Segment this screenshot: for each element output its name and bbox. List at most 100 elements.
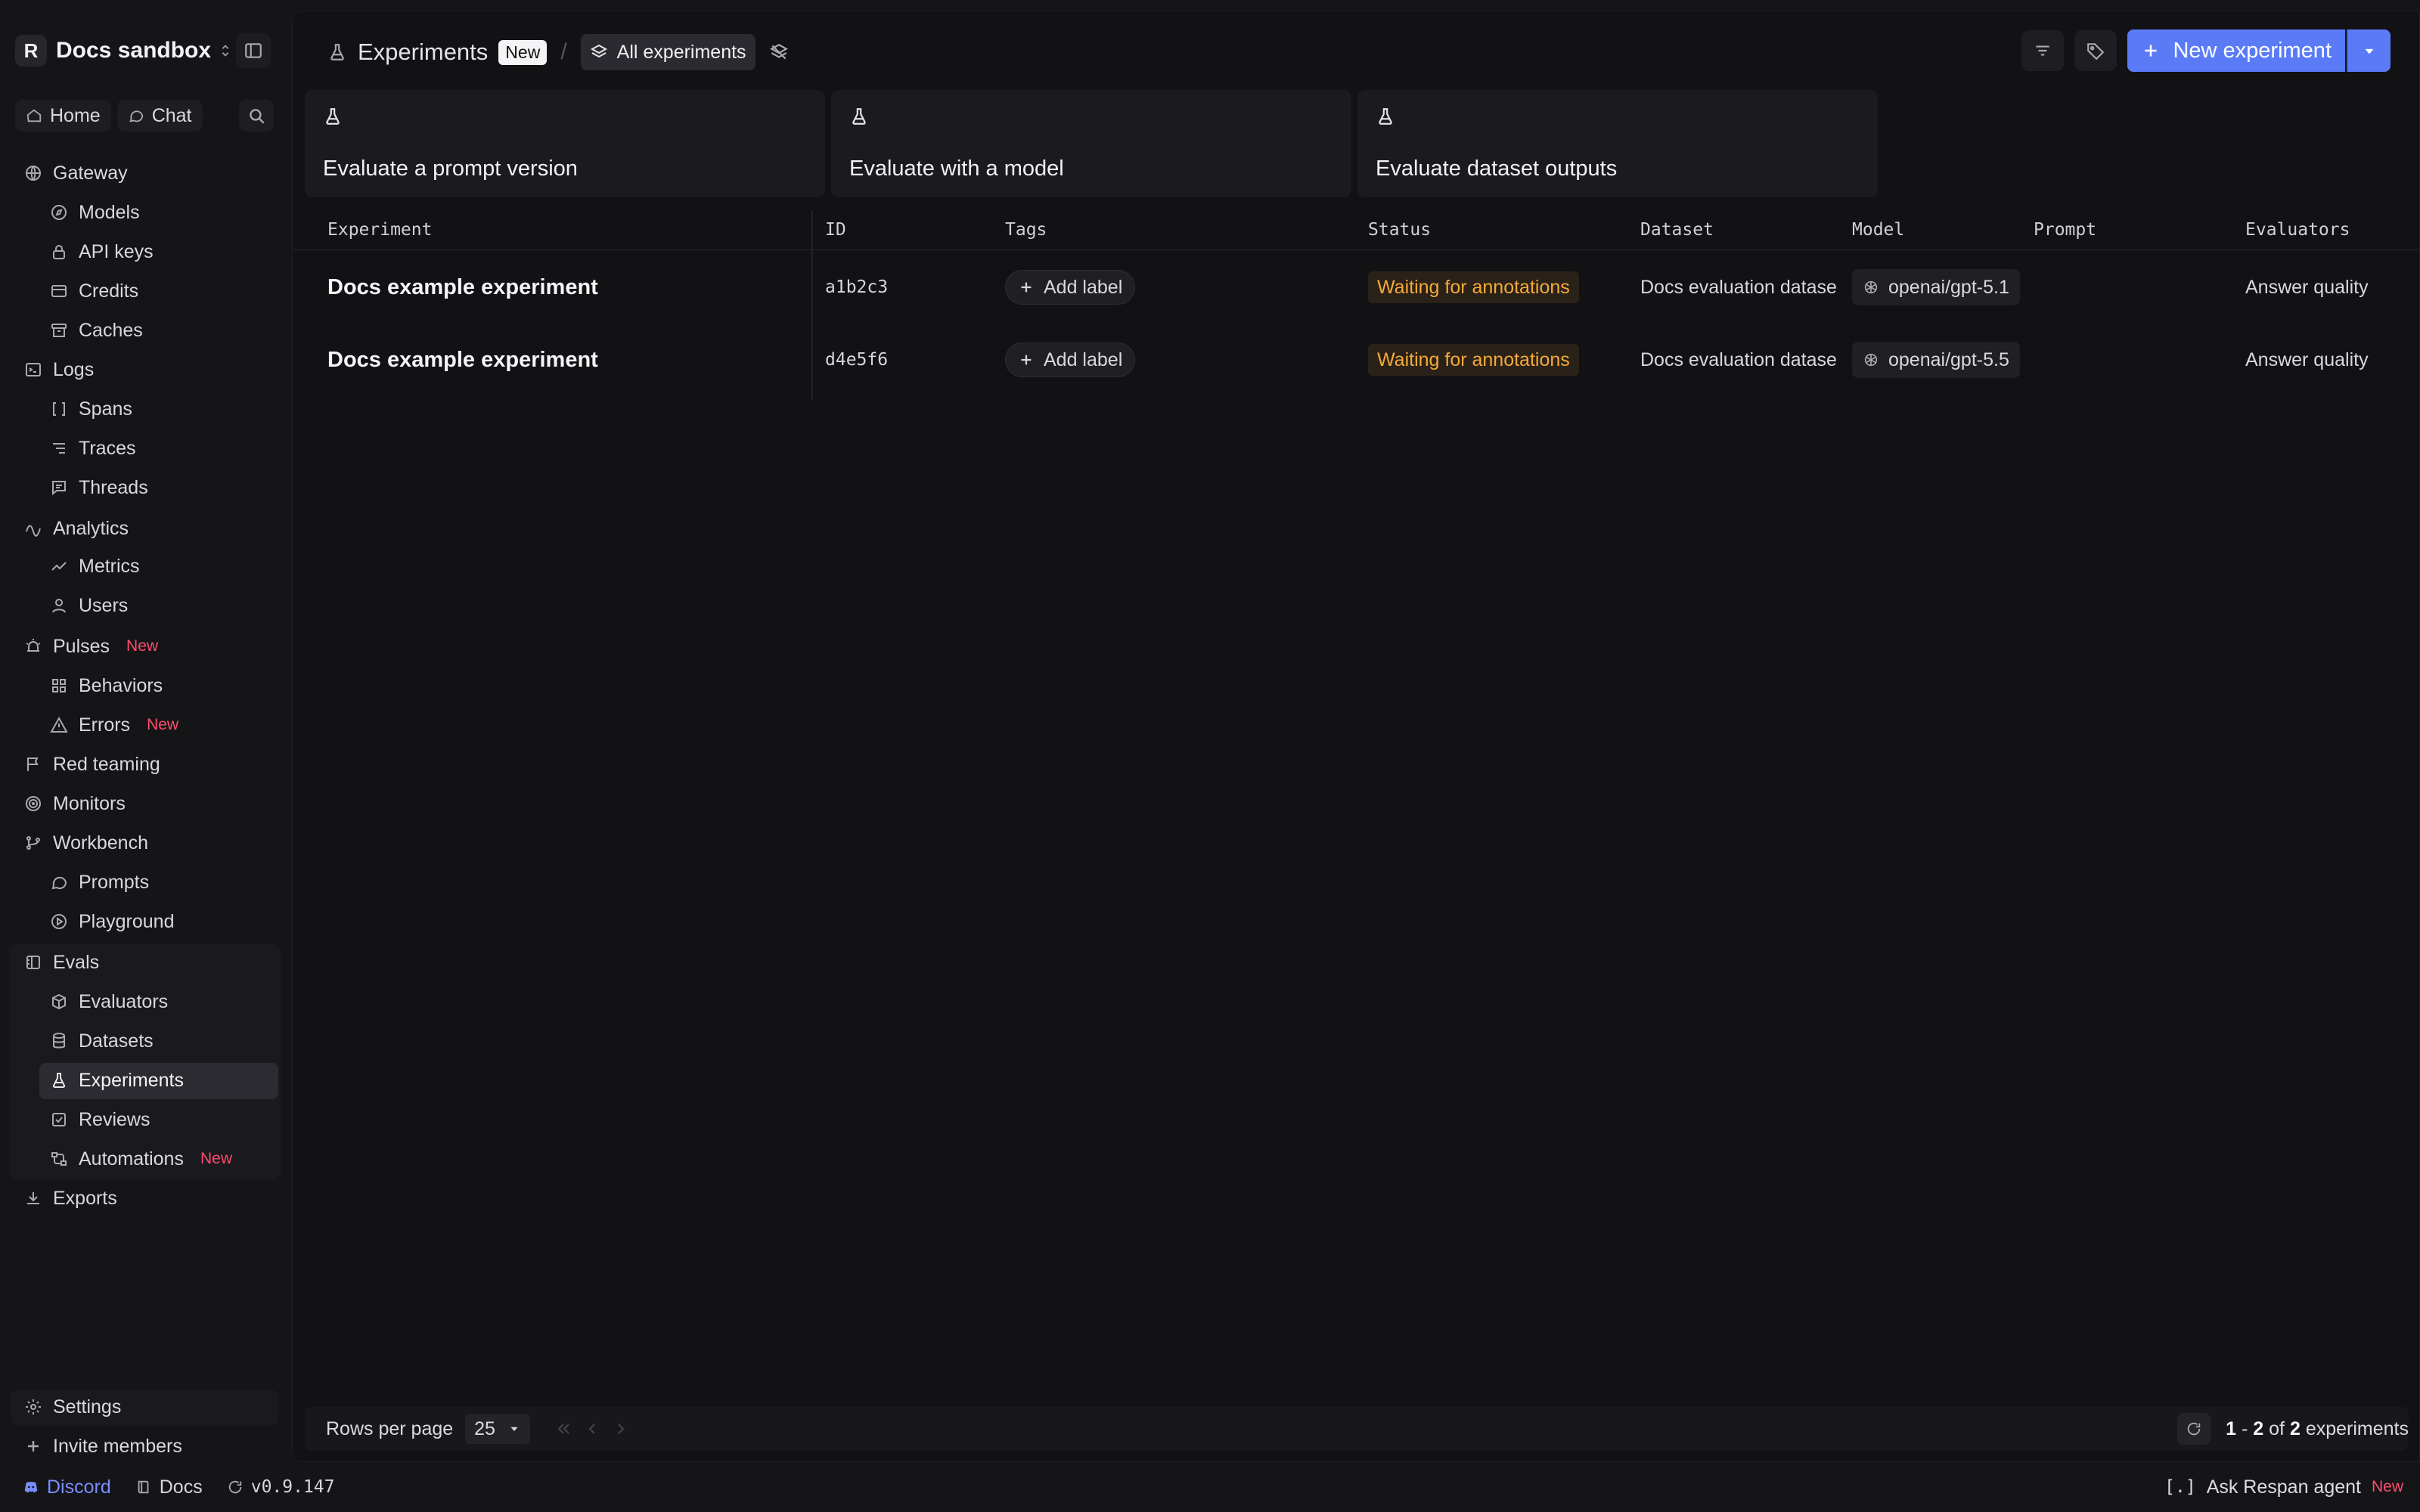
- sidebar-item-playground[interactable]: Playground: [50, 904, 174, 939]
- sidebar-item-logs[interactable]: Logs: [24, 352, 94, 387]
- sidebar-item-monitors[interactable]: Monitors: [24, 786, 126, 821]
- first-page-icon[interactable]: [554, 1420, 572, 1438]
- grid-icon: [50, 677, 68, 695]
- title-new-badge: New: [498, 39, 548, 65]
- filter-button[interactable]: [2021, 30, 2065, 71]
- sidebar-item-metrics[interactable]: Metrics: [50, 549, 140, 584]
- sidebar-item-automations[interactable]: Automations New: [50, 1142, 232, 1176]
- sidebar-item-gateway[interactable]: Gateway: [24, 156, 128, 191]
- search-button[interactable]: [239, 100, 274, 132]
- dataset-cell: Docs evaluation datase: [1640, 349, 1837, 370]
- new-experiment-button[interactable]: New experiment: [2127, 29, 2345, 72]
- discord-link[interactable]: Discord: [23, 1476, 111, 1498]
- ask-agent-button[interactable]: [.] Ask Respan agent New: [2164, 1476, 2403, 1498]
- next-page-icon[interactable]: [612, 1420, 630, 1438]
- new-badge: New: [200, 1150, 232, 1167]
- page-title: Experiments: [358, 39, 489, 65]
- template-card-dataset-outputs[interactable]: Evaluate dataset outputs: [1357, 90, 1878, 197]
- pagination-summary: 1 - 2 of 2 experiments: [2177, 1407, 2409, 1451]
- version-indicator[interactable]: v0.9.147: [227, 1477, 335, 1497]
- invite-members-button[interactable]: Invite members: [24, 1429, 182, 1464]
- table-row[interactable]: Docs example experiment a1b2c3 Add label…: [293, 252, 2420, 323]
- sidebar-item-errors[interactable]: Errors New: [50, 708, 178, 742]
- archive-icon: [50, 321, 68, 339]
- column-header-dataset[interactable]: Dataset: [1640, 220, 1714, 240]
- message-square-icon: [50, 479, 68, 497]
- new-experiment-dropdown[interactable]: [2347, 29, 2391, 72]
- sidebar-item-workbench[interactable]: Workbench: [24, 826, 148, 860]
- agent-glyph: [.]: [2164, 1477, 2196, 1497]
- column-header-status[interactable]: Status: [1368, 220, 1431, 240]
- home-icon: [26, 107, 42, 124]
- sidebar-item-label: Gateway: [53, 162, 128, 184]
- tags-button[interactable]: [2074, 30, 2118, 71]
- layers-off-icon[interactable]: [769, 42, 789, 62]
- template-card-prompt-version[interactable]: Evaluate a prompt version: [305, 90, 825, 197]
- column-header-evaluators[interactable]: Evaluators: [2245, 220, 2350, 240]
- column-header-tags[interactable]: Tags: [1005, 220, 1047, 240]
- template-card-model[interactable]: Evaluate with a model: [831, 90, 1351, 197]
- new-experiment-label: New experiment: [2173, 38, 2332, 63]
- download-icon: [24, 1189, 42, 1207]
- table-row[interactable]: Docs example experiment d4e5f6 Add label…: [293, 324, 2420, 395]
- refresh-button[interactable]: [2177, 1413, 2211, 1445]
- sidebar-item-users[interactable]: Users: [50, 588, 128, 623]
- rows-per-page-select[interactable]: 25: [465, 1414, 530, 1444]
- plus-icon: [2141, 41, 2161, 60]
- sidebar-item-caches[interactable]: Caches: [50, 313, 143, 348]
- add-label-button[interactable]: Add label: [1005, 270, 1136, 305]
- refresh-icon: [227, 1479, 244, 1495]
- sidebar-item-label: Caches: [79, 319, 143, 341]
- workspace-avatar: R: [15, 35, 47, 67]
- column-header-experiment[interactable]: Experiment: [327, 220, 432, 240]
- sidebar-item-label: Logs: [53, 358, 95, 380]
- sidebar-item-label: Experiments: [79, 1069, 184, 1091]
- view-selector-label: All experiments: [616, 41, 746, 63]
- sidebar-item-models[interactable]: Models: [50, 195, 140, 230]
- sidebar-item-experiments[interactable]: Experiments: [50, 1063, 184, 1098]
- sidebar-item-behaviors[interactable]: Behaviors: [50, 668, 163, 703]
- sidebar-item-reviews[interactable]: Reviews: [50, 1102, 150, 1137]
- workspace-switcher[interactable]: R Docs sandbox: [15, 33, 234, 68]
- footer-links: Discord Docs v0.9.147: [23, 1476, 335, 1498]
- ask-agent-label: Ask Respan agent: [2206, 1476, 2361, 1498]
- docs-link[interactable]: Docs: [135, 1476, 203, 1498]
- discord-label: Discord: [47, 1476, 111, 1498]
- sidebar-item-datasets[interactable]: Datasets: [50, 1024, 154, 1058]
- collapse-sidebar-button[interactable]: [236, 33, 271, 68]
- sidebar-item-pulses[interactable]: Pulses New: [24, 629, 158, 664]
- sidebar-item-exports[interactable]: Exports: [24, 1181, 117, 1216]
- add-label-button[interactable]: Add label: [1005, 342, 1136, 377]
- sidebar-item-api-keys[interactable]: API keys: [50, 234, 154, 269]
- sidebar-item-settings[interactable]: Settings: [24, 1390, 121, 1424]
- sidebar-item-credits[interactable]: Credits: [50, 274, 138, 308]
- warning-triangle-icon: [50, 716, 68, 734]
- sidebar-item-traces[interactable]: Traces: [50, 431, 135, 466]
- home-button[interactable]: Home: [15, 100, 111, 132]
- range-unit: experiments: [2305, 1418, 2409, 1439]
- column-header-model[interactable]: Model: [1852, 220, 1904, 240]
- column-header-id[interactable]: ID: [825, 220, 846, 240]
- flask-icon: [1376, 107, 1395, 126]
- sidebar-item-evals[interactable]: Evals: [24, 945, 99, 980]
- experiment-name[interactable]: Docs example experiment: [327, 252, 598, 323]
- previous-page-icon[interactable]: [583, 1420, 601, 1438]
- main-panel: Experiments New / All experiments New ex…: [292, 11, 2420, 1462]
- sidebar-item-spans[interactable]: Spans: [50, 392, 132, 426]
- view-selector[interactable]: All experiments: [580, 34, 755, 70]
- sidebar-item-red-teaming[interactable]: Red teaming: [24, 747, 160, 782]
- rows-per-page-value: 25: [474, 1418, 495, 1439]
- sidebar-item-label: Playground: [79, 910, 175, 932]
- experiment-name[interactable]: Docs example experiment: [327, 324, 598, 395]
- flask-icon: [327, 42, 347, 62]
- sidebar-item-prompts[interactable]: Prompts: [50, 865, 149, 900]
- chat-button[interactable]: Chat: [116, 100, 203, 132]
- sidebar-item-evaluators[interactable]: Evaluators: [50, 984, 168, 1019]
- column-header-prompt[interactable]: Prompt: [2034, 220, 2096, 240]
- model-chip: openai/gpt-5.5: [1852, 342, 2020, 378]
- model-cell: openai/gpt-5.5: [1852, 324, 2020, 395]
- search-icon: [247, 106, 266, 125]
- flask-icon: [50, 1071, 68, 1089]
- sidebar-item-analytics[interactable]: Analytics: [24, 511, 129, 546]
- sidebar-item-threads[interactable]: Threads: [50, 470, 148, 505]
